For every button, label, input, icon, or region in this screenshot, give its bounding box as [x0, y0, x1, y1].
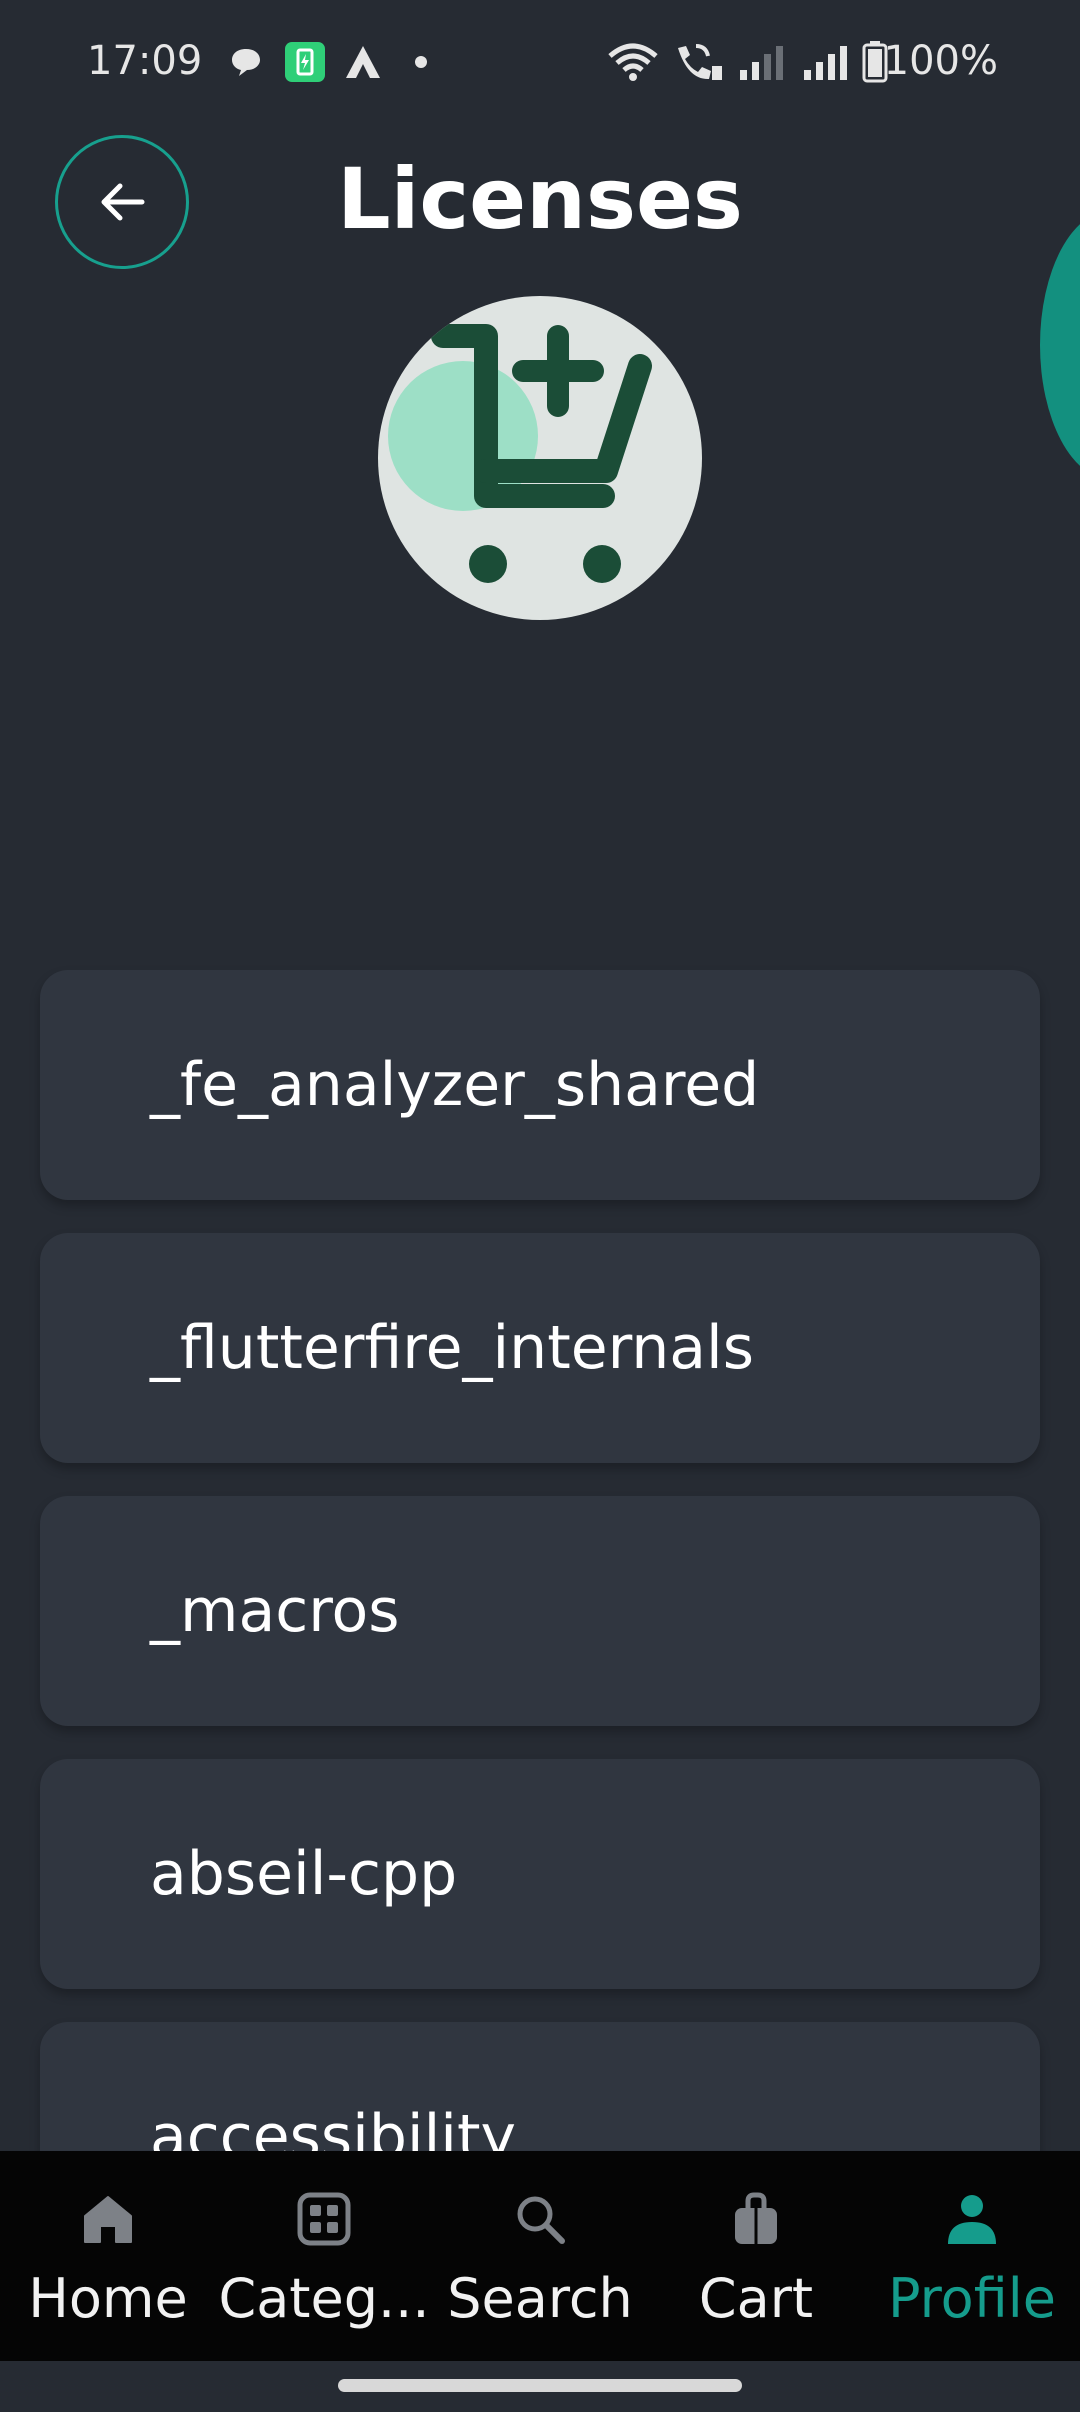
licenses-screen: 17:09 100% Licenses _fe_analyzer_shared … — [0, 0, 1080, 2412]
list-item[interactable]: abseil-cpp — [40, 1759, 1040, 1989]
search-icon — [510, 2189, 570, 2249]
delta-app-icon — [344, 42, 382, 82]
nav-item-cart[interactable]: Cart — [648, 2151, 864, 2361]
license-name: _fe_analyzer_shared — [150, 1050, 760, 1120]
signal-weak-icon — [738, 42, 790, 82]
nav-label: Profile — [888, 2267, 1056, 2330]
nav-label: Search — [447, 2267, 633, 2330]
signal-full-icon — [802, 42, 854, 82]
nav-item-search[interactable]: Search — [432, 2151, 648, 2361]
home-icon — [78, 2189, 138, 2249]
page-title: Licenses — [337, 150, 743, 248]
home-indicator[interactable] — [338, 2379, 742, 2392]
list-item[interactable]: _flutterfire_internals — [40, 1233, 1040, 1463]
license-name: abseil-cpp — [150, 1839, 458, 1909]
grid-icon — [294, 2189, 354, 2249]
license-list: _fe_analyzer_shared _flutterfire_interna… — [40, 970, 1040, 2285]
person-icon — [942, 2189, 1002, 2249]
dot-icon — [414, 42, 428, 82]
battery-percentage: 100% — [883, 38, 998, 84]
nav-label: Categ... — [218, 2267, 430, 2330]
wifi-icon — [606, 42, 660, 82]
battery-saver-app-icon — [285, 42, 325, 82]
nav-label: Cart — [698, 2267, 814, 2330]
cart-plus-icon — [388, 324, 652, 583]
wifi-calling-icon — [672, 42, 724, 82]
nav-item-home[interactable]: Home — [0, 2151, 216, 2361]
app-logo — [378, 296, 702, 620]
gesture-bar — [0, 2361, 1080, 2412]
status-bar: 17:09 100% — [0, 0, 1080, 125]
shopping-bag-icon — [726, 2189, 786, 2249]
nav-label: Home — [28, 2267, 188, 2330]
license-name: _flutterfire_internals — [150, 1313, 754, 1383]
decorative-blob — [1040, 210, 1080, 480]
status-time: 17:09 — [87, 38, 203, 84]
nav-item-categories[interactable]: Categ... — [216, 2151, 432, 2361]
list-item[interactable]: _macros — [40, 1496, 1040, 1726]
bottom-navigation: Home Categ... Search Cart Profile — [0, 2151, 1080, 2361]
license-name: _macros — [150, 1576, 400, 1646]
nav-item-profile[interactable]: Profile — [864, 2151, 1080, 2361]
list-item[interactable]: _fe_analyzer_shared — [40, 970, 1040, 1200]
chat-bubble-icon — [228, 42, 264, 82]
